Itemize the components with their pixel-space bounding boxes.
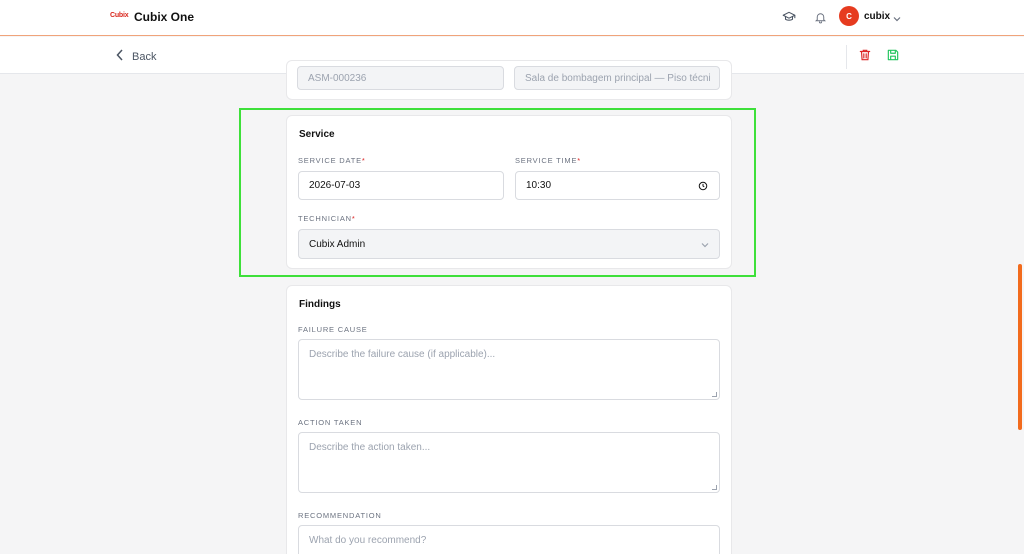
action-taken-textarea[interactable]: Describe the action taken... <box>298 432 720 493</box>
failure-cause-placeholder: Describe the failure cause (if applicabl… <box>309 349 496 360</box>
recommendation-label: RECOMMENDATION <box>298 511 382 520</box>
failure-cause-label: FAILURE CAUSE <box>298 325 368 334</box>
action-taken-label: ACTION TAKEN <box>298 418 363 427</box>
bell-icon[interactable] <box>812 9 828 25</box>
failure-cause-textarea[interactable]: Describe the failure cause (if applicabl… <box>298 339 720 400</box>
divider <box>846 45 847 69</box>
chevron-left-icon <box>116 49 124 64</box>
back-label: Back <box>132 50 157 63</box>
top-bar: Cubix Cubix One C cubix <box>0 0 1024 36</box>
action-taken-placeholder: Describe the action taken... <box>309 442 431 453</box>
recommendation-textarea[interactable]: What do you recommend? <box>298 525 720 554</box>
user-name[interactable]: cubix <box>864 11 890 23</box>
app-logo[interactable]: Cubix <box>110 10 130 22</box>
resize-handle[interactable] <box>712 485 717 490</box>
recommendation-placeholder: What do you recommend? <box>309 535 427 546</box>
asset-id-field[interactable]: ASM-000236 <box>297 66 504 90</box>
avatar[interactable]: C <box>839 6 859 26</box>
trash-icon[interactable] <box>858 48 872 62</box>
findings-title: Findings <box>299 299 341 310</box>
chevron-down-icon[interactable] <box>892 11 902 22</box>
save-icon[interactable] <box>886 48 900 62</box>
selection-highlight <box>239 108 756 277</box>
graduation-cap-icon[interactable] <box>781 9 797 25</box>
scrollbar-thumb[interactable] <box>1018 264 1022 430</box>
findings-card: Findings FAILURE CAUSE Describe the fail… <box>286 285 732 554</box>
resize-handle[interactable] <box>712 392 717 397</box>
location-field[interactable]: Sala de bombagem principal — Piso técni <box>514 66 720 90</box>
back-button[interactable]: Back <box>116 49 156 64</box>
app-title[interactable]: Cubix One <box>134 9 194 25</box>
asset-card: ASM-000236 Sala de bombagem principal — … <box>286 60 732 100</box>
